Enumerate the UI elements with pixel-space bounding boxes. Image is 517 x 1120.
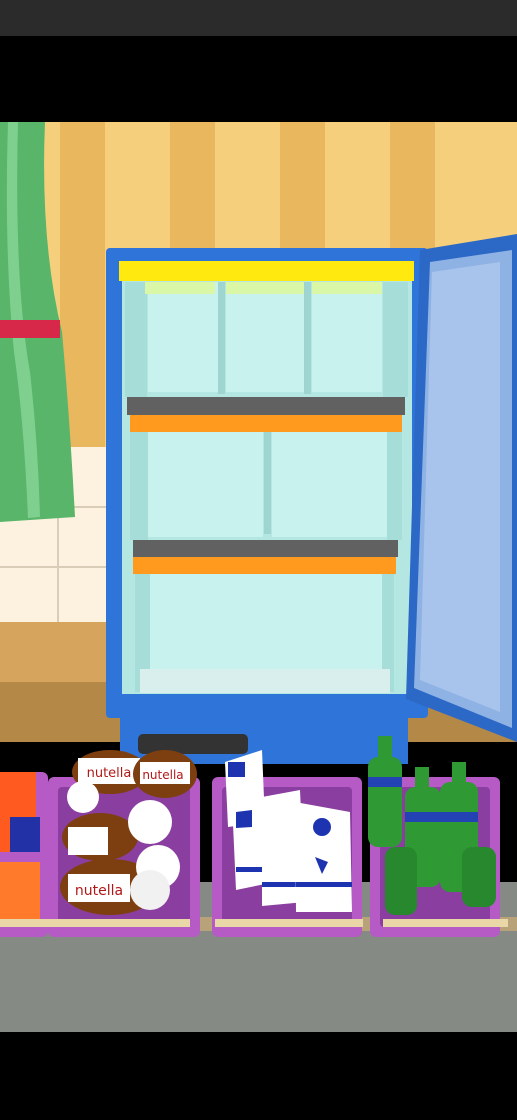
fridge	[106, 248, 428, 764]
curtain-tie	[0, 320, 60, 338]
bottom-shelf[interactable]	[135, 574, 394, 693]
shelf-divider-2	[133, 540, 398, 557]
svg-text:nutella: nutella	[142, 768, 183, 782]
top-shelf-strip	[119, 261, 414, 281]
svg-text:nutella: nutella	[87, 766, 132, 781]
basket-soda[interactable]	[368, 736, 500, 937]
svg-text:nutella: nutella	[75, 883, 123, 899]
basket-bars	[0, 919, 508, 927]
nutella-jar: nutella	[133, 750, 197, 798]
game-scene: nutella nutella nutella	[0, 122, 517, 1032]
navigation-bar	[0, 1032, 517, 1120]
middle-shelf[interactable]	[130, 432, 402, 540]
fridge-door[interactable]	[406, 234, 517, 742]
shelf-divider-1	[127, 397, 405, 415]
milk-carton	[295, 802, 352, 912]
top-shelf[interactable]	[125, 282, 408, 397]
middle-shelf-strip	[130, 415, 402, 432]
basket-milk[interactable]	[212, 750, 362, 937]
fridge-handle[interactable]	[138, 734, 248, 754]
basket-cheese[interactable]	[0, 772, 48, 937]
status-bar	[0, 0, 517, 36]
basket-nutella[interactable]: nutella nutella nutella	[48, 750, 200, 937]
bottom-shelf-strip	[133, 557, 396, 574]
